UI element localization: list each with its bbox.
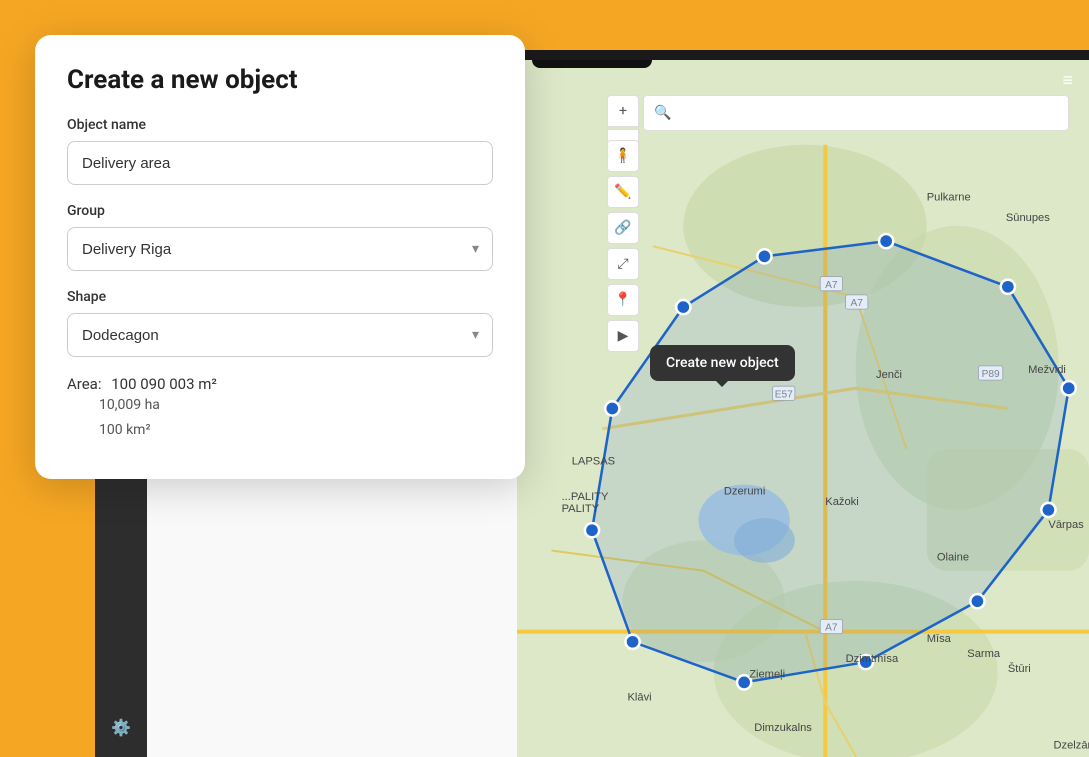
svg-text:PALITY: PALITY — [562, 503, 600, 515]
area-info: Area: 100 090 003 m² 10,009 ha 100 km² — [67, 375, 493, 443]
svg-text:Klāvi: Klāvi — [628, 692, 652, 704]
map-menu-icon[interactable]: ≡ — [1062, 70, 1073, 91]
search-icon: 🔍 — [654, 105, 671, 121]
map-left-tools: 🧍 ✏️ 🔗 ⤢ 📍 ▶ — [607, 140, 639, 352]
svg-text:Kažoki: Kažoki — [825, 496, 858, 508]
object-name-label: Object name — [67, 117, 493, 133]
svg-text:Dzimtmīsa: Dzimtmīsa — [846, 653, 899, 665]
location-tool-button[interactable]: 📍 — [607, 284, 639, 316]
group-select[interactable]: Delivery Riga — [67, 227, 493, 271]
svg-text:Pulkarne: Pulkarne — [927, 192, 971, 204]
shape-label: Shape — [67, 289, 493, 305]
svg-text:Sūnupes: Sūnupes — [1006, 212, 1050, 224]
group-select-wrapper: Delivery Riga ▾ — [67, 227, 493, 271]
shape-select[interactable]: Dodecagon — [67, 313, 493, 357]
create-object-tooltip: Create new object — [650, 345, 795, 381]
card-title: Create a new object — [67, 65, 493, 95]
expand-tool-button[interactable]: ⤢ — [607, 248, 639, 280]
svg-text:Jenči: Jenči — [876, 369, 902, 381]
svg-text:Štūri: Štūri — [1008, 662, 1031, 675]
link-tool-button[interactable]: 🔗 — [607, 212, 639, 244]
zoom-in-button[interactable]: + — [607, 95, 639, 127]
edit-tool-button[interactable]: ✏️ — [607, 176, 639, 208]
sidebar-icon-settings[interactable]: ⚙️ — [103, 709, 139, 745]
create-object-card: Create a new object Object name Group De… — [35, 35, 525, 479]
svg-text:Mežvidi: Mežvidi — [1028, 364, 1066, 376]
shape-select-wrapper: Dodecagon ▾ — [67, 313, 493, 357]
object-name-input[interactable] — [67, 141, 493, 185]
svg-text:Vārpas: Vārpas — [1048, 519, 1084, 531]
svg-text:Dimzukalns: Dimzukalns — [754, 722, 812, 734]
svg-text:...PALITY: ...PALITY — [562, 491, 609, 503]
area-main-text: Area: 100 090 003 m² — [67, 375, 493, 393]
svg-text:Dzelzāmuts: Dzelzāmuts — [1054, 739, 1089, 751]
tablet-notch — [532, 60, 652, 68]
play-tool-button[interactable]: ▶ — [607, 320, 639, 352]
svg-text:LAPSAS: LAPSAS — [572, 455, 615, 467]
svg-text:Sarma: Sarma — [967, 648, 1001, 660]
area-secondary: 10,009 ha 100 km² — [67, 393, 493, 443]
person-tool-button[interactable]: 🧍 — [607, 140, 639, 172]
svg-text:Olaine: Olaine — [937, 552, 969, 564]
svg-text:Ziemeļi: Ziemeļi — [749, 668, 785, 680]
svg-text:Dzerumi: Dzerumi — [724, 486, 765, 498]
group-label: Group — [67, 203, 493, 219]
map-search-bar[interactable]: 🔍 — [643, 95, 1069, 131]
svg-text:Mīsa: Mīsa — [927, 633, 952, 645]
